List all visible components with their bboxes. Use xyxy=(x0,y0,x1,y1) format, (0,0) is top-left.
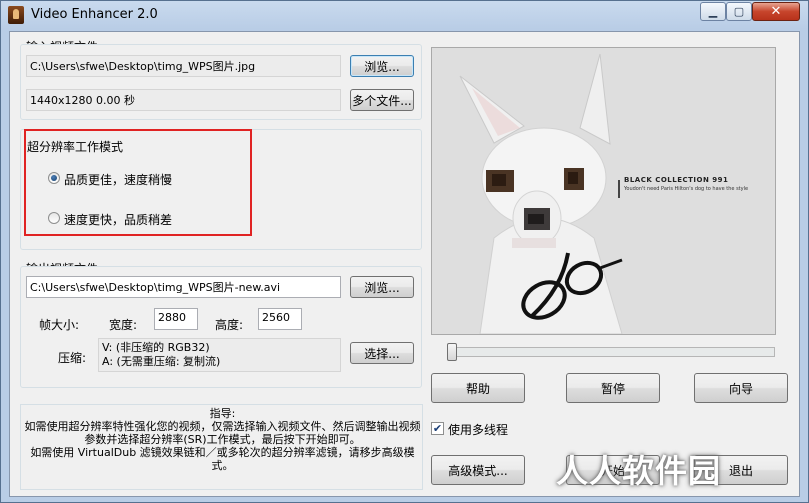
guide-title: 指导: xyxy=(209,407,236,420)
app-icon xyxy=(8,6,24,24)
guide-body: 如需使用超分辨率特性强化您的视频，仅需选择输入视频文件、然后调整输出视频参数并选… xyxy=(24,420,421,472)
close-icon: ✕ xyxy=(770,4,782,19)
maximize-icon: ▢ xyxy=(733,5,745,18)
maximize-button[interactable]: ▢ xyxy=(726,2,752,21)
advanced-mode-button[interactable]: 高级模式... xyxy=(431,455,525,485)
output-path-field[interactable]: C:\Users\sfwe\Desktop\timg_WPS图片-new.avi xyxy=(26,276,341,298)
input-browse-button[interactable]: 浏览... xyxy=(350,55,414,77)
frame-size-label: 帧大小: xyxy=(39,318,80,332)
main-panel: 输入视频文件 C:\Users\sfwe\Desktop\timg_WPS图片.… xyxy=(9,31,800,497)
mode-highlight-box xyxy=(24,129,252,236)
minimize-icon: ▁ xyxy=(708,5,718,18)
multithread-label[interactable]: 使用多线程 xyxy=(448,421,508,438)
input-info-field: 1440x1280 0.00 秒 xyxy=(26,89,341,111)
compress-audio-text: A: (无需重压缩: 复制流) xyxy=(102,355,221,368)
watermark-text: 人人软件园 xyxy=(556,452,722,490)
compression-select-button[interactable]: 选择... xyxy=(350,342,414,364)
close-button[interactable]: ✕ xyxy=(752,2,800,21)
video-preview: BLACK COLLECTION 991 Youdon't need Paris… xyxy=(431,47,776,335)
height-input[interactable]: 2560 xyxy=(258,308,302,330)
input-path-field[interactable]: C:\Users\sfwe\Desktop\timg_WPS图片.jpg xyxy=(26,55,341,77)
timeline-slider-track[interactable] xyxy=(449,347,775,357)
preview-caption-main: BLACK COLLECTION 991 xyxy=(624,176,729,184)
width-label: 宽度: xyxy=(109,318,138,332)
compress-label: 压缩: xyxy=(58,351,87,365)
width-input[interactable]: 2880 xyxy=(154,308,198,330)
window-title: Video Enhancer 2.0 xyxy=(31,7,158,22)
guide-text: 指导: 如需使用超分辨率特性强化您的视频，仅需选择输入视频文件、然后调整输出视频参… xyxy=(23,407,422,472)
pause-button[interactable]: 暂停 xyxy=(566,373,660,403)
title-bar[interactable]: Video Enhancer 2.0 ▁ ▢ ✕ xyxy=(1,1,808,29)
guide-panel: 指导: 如需使用超分辨率特性强化您的视频，仅需选择输入视频文件、然后调整输出视频参… xyxy=(20,404,423,490)
app-window: Video Enhancer 2.0 ▁ ▢ ✕ 输入视频文件 C:\Users… xyxy=(0,0,809,503)
preview-caption-sub: Youdon't need Paris Hilton's dog to have… xyxy=(624,186,749,192)
output-browse-button[interactable]: 浏览... xyxy=(350,276,414,298)
compress-video-text: V: (非压缩的 RGB32) xyxy=(102,341,210,354)
help-button[interactable]: 帮助 xyxy=(431,373,525,403)
multiple-files-button[interactable]: 多个文件... xyxy=(350,89,414,111)
timeline-slider-thumb[interactable] xyxy=(447,343,457,361)
compress-info-field: V: (非压缩的 RGB32) A: (无需重压缩: 复制流) xyxy=(98,338,341,372)
minimize-button[interactable]: ▁ xyxy=(700,2,726,21)
checkmark-icon: ✔ xyxy=(432,422,443,435)
multithread-checkbox[interactable]: ✔ xyxy=(431,422,444,435)
height-label: 高度: xyxy=(215,318,244,332)
wizard-button[interactable]: 向导 xyxy=(694,373,788,403)
